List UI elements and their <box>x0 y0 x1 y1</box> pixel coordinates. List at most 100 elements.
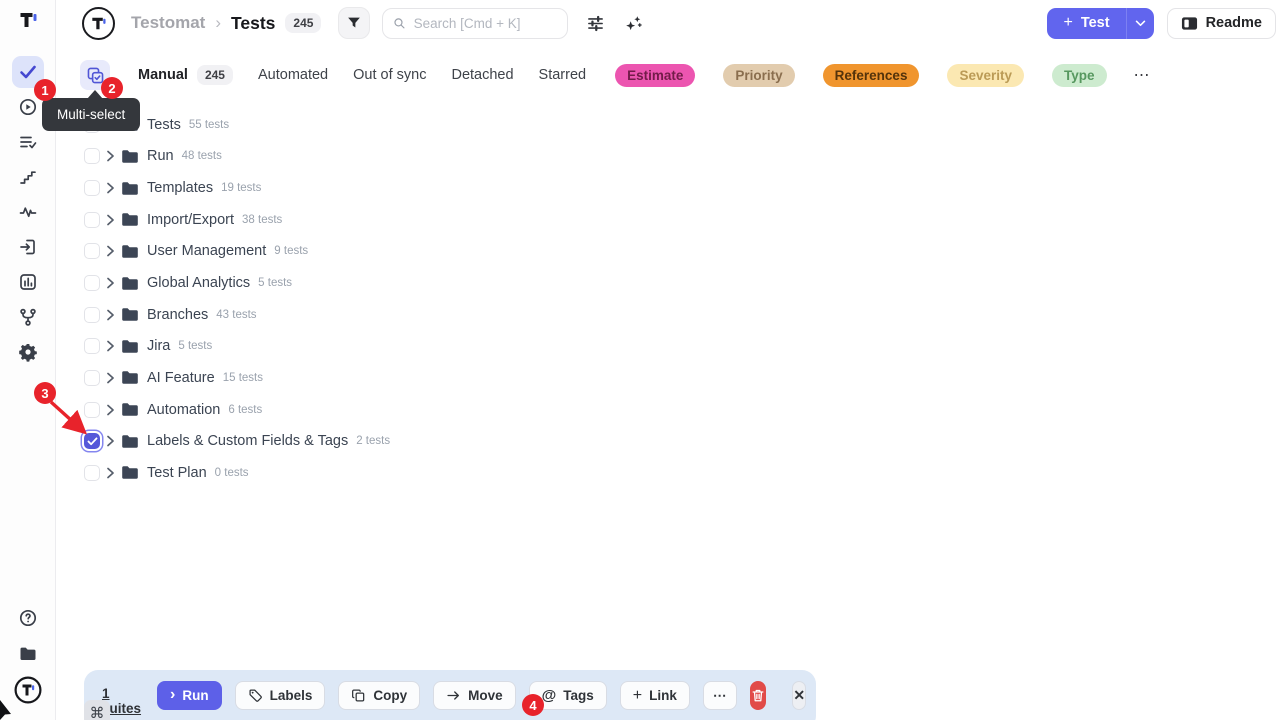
run-button[interactable]: › Run <box>157 681 222 710</box>
pill-type[interactable]: Type <box>1052 64 1107 87</box>
close-bar-button[interactable]: ✕ <box>792 681 806 710</box>
chevron-right-icon[interactable] <box>106 467 115 479</box>
suite-row[interactable]: Automation 6 tests <box>80 394 1280 426</box>
pill-references[interactable]: References <box>823 64 920 87</box>
sidebar-bottom <box>12 602 44 720</box>
more-actions-button[interactable]: ⋯ <box>703 681 738 710</box>
ai-sparkles-icon[interactable] <box>620 10 646 36</box>
suite-label[interactable]: User Management <box>147 243 266 259</box>
trash-icon <box>751 688 765 703</box>
suite-row[interactable]: Labels & Custom Fields & Tags 2 tests <box>80 425 1280 457</box>
sidebar-item-branches[interactable] <box>12 301 44 333</box>
at-icon: @ <box>542 687 557 704</box>
row-checkbox[interactable] <box>84 370 100 386</box>
row-checkbox[interactable] <box>84 275 100 291</box>
suite-row[interactable]: Jira 5 tests <box>80 330 1280 362</box>
chevron-right-icon[interactable] <box>106 372 115 384</box>
suite-label[interactable]: Test Plan <box>147 465 207 481</box>
folder-icon <box>121 339 139 354</box>
suite-label[interactable]: Import/Export <box>147 212 234 228</box>
tab-starred[interactable]: Starred <box>539 67 587 83</box>
suite-row[interactable]: Templates 19 tests <box>80 172 1280 204</box>
project-logo-icon[interactable] <box>82 7 115 40</box>
folder-icon <box>121 370 139 385</box>
suite-row[interactable]: Branches 43 tests <box>80 299 1280 331</box>
run-chevron-icon: › <box>170 687 175 703</box>
breadcrumb-app[interactable]: Testomat <box>131 13 205 33</box>
labels-button[interactable]: Labels <box>235 681 326 710</box>
chevron-right-icon[interactable] <box>106 340 115 352</box>
chevron-right-icon[interactable] <box>106 277 115 289</box>
suite-row[interactable]: AI Feature 15 tests <box>80 362 1280 394</box>
pill-priority[interactable]: Priority <box>723 64 794 87</box>
suite-row[interactable]: Test Plan 0 tests <box>80 457 1280 489</box>
copy-button[interactable]: Copy <box>338 681 420 710</box>
suite-label[interactable]: Labels & Custom Fields & Tags <box>147 433 348 449</box>
readme-button[interactable]: Readme <box>1167 8 1276 39</box>
row-checkbox[interactable] <box>84 243 100 259</box>
help-icon[interactable] <box>12 602 44 634</box>
suite-label[interactable]: Templates <box>147 180 213 196</box>
sidebar-item-reports[interactable] <box>12 266 44 298</box>
search-box[interactable] <box>382 8 568 39</box>
suite-row[interactable]: Import/Export 38 tests <box>80 204 1280 236</box>
workspace-logo-icon[interactable] <box>12 674 44 706</box>
more-pills-button[interactable]: ⋯ <box>1134 65 1151 85</box>
row-checkbox[interactable] <box>84 307 100 323</box>
suite-row[interactable]: Tests 55 tests <box>80 109 1280 141</box>
pill-severity[interactable]: Severity <box>947 64 1024 87</box>
row-checkbox[interactable] <box>84 465 100 481</box>
suite-label[interactable]: AI Feature <box>147 370 215 386</box>
chevron-right-icon[interactable] <box>106 435 115 447</box>
move-button[interactable]: Move <box>433 681 516 710</box>
pill-estimate[interactable]: Estimate <box>615 64 695 87</box>
suite-label[interactable]: Run <box>147 148 174 164</box>
suite-label[interactable]: Automation <box>147 402 220 418</box>
folder-icon <box>121 276 139 291</box>
sidebar-item-pulse[interactable] <box>12 196 44 228</box>
projects-folder-icon[interactable] <box>12 638 44 670</box>
suite-label[interactable]: Jira <box>147 338 170 354</box>
filter-button[interactable] <box>338 7 370 39</box>
suite-test-count: 9 tests <box>274 245 308 257</box>
app-window: Testomat › Tests 245 + Test <box>0 0 1280 720</box>
suite-row[interactable]: Run 48 tests <box>80 141 1280 173</box>
suite-test-count: 38 tests <box>242 214 282 226</box>
suite-row[interactable]: User Management 9 tests <box>80 236 1280 268</box>
breadcrumb: Testomat › Tests 245 <box>131 13 321 34</box>
new-test-button[interactable]: + Test <box>1047 8 1125 39</box>
sidebar-item-plans[interactable] <box>12 126 44 158</box>
suite-label[interactable]: Branches <box>147 307 208 323</box>
suite-label[interactable]: Global Analytics <box>147 275 250 291</box>
tab-automated[interactable]: Automated <box>258 67 328 83</box>
suite-test-count: 15 tests <box>223 372 263 384</box>
sidebar-item-settings[interactable] <box>12 336 44 368</box>
chevron-right-icon[interactable] <box>106 182 115 194</box>
annotation-badge-4: 4 <box>522 694 544 716</box>
suite-test-count: 6 tests <box>228 404 262 416</box>
row-checkbox[interactable] <box>84 148 100 164</box>
tab-manual[interactable]: Manual 245 <box>138 65 233 85</box>
bulk-action-bar: 1 suites › Run Labels Copy Move @ Tags +… <box>84 670 816 720</box>
link-button[interactable]: + Link <box>620 681 690 710</box>
sidebar-item-import[interactable] <box>12 231 44 263</box>
suite-row[interactable]: Global Analytics 5 tests <box>80 267 1280 299</box>
chevron-right-icon[interactable] <box>106 150 115 162</box>
sidebar-item-steps[interactable] <box>12 161 44 193</box>
tab-detached[interactable]: Detached <box>451 67 513 83</box>
delete-button[interactable] <box>750 681 766 710</box>
chevron-right-icon[interactable] <box>106 309 115 321</box>
suite-label[interactable]: Tests <box>147 117 181 133</box>
row-checkbox[interactable] <box>84 212 100 228</box>
row-checkbox[interactable] <box>84 180 100 196</box>
new-test-dropdown-button[interactable] <box>1126 8 1154 39</box>
folder-icon <box>121 149 139 164</box>
row-checkbox[interactable] <box>84 338 100 354</box>
search-input[interactable] <box>414 16 558 31</box>
chevron-right-icon[interactable] <box>106 404 115 416</box>
tooltip-text: Multi-select <box>57 107 125 122</box>
tab-out-of-sync[interactable]: Out of sync <box>353 67 426 83</box>
chevron-right-icon[interactable] <box>106 214 115 226</box>
chevron-right-icon[interactable] <box>106 245 115 257</box>
view-settings-icon[interactable] <box>582 10 608 36</box>
